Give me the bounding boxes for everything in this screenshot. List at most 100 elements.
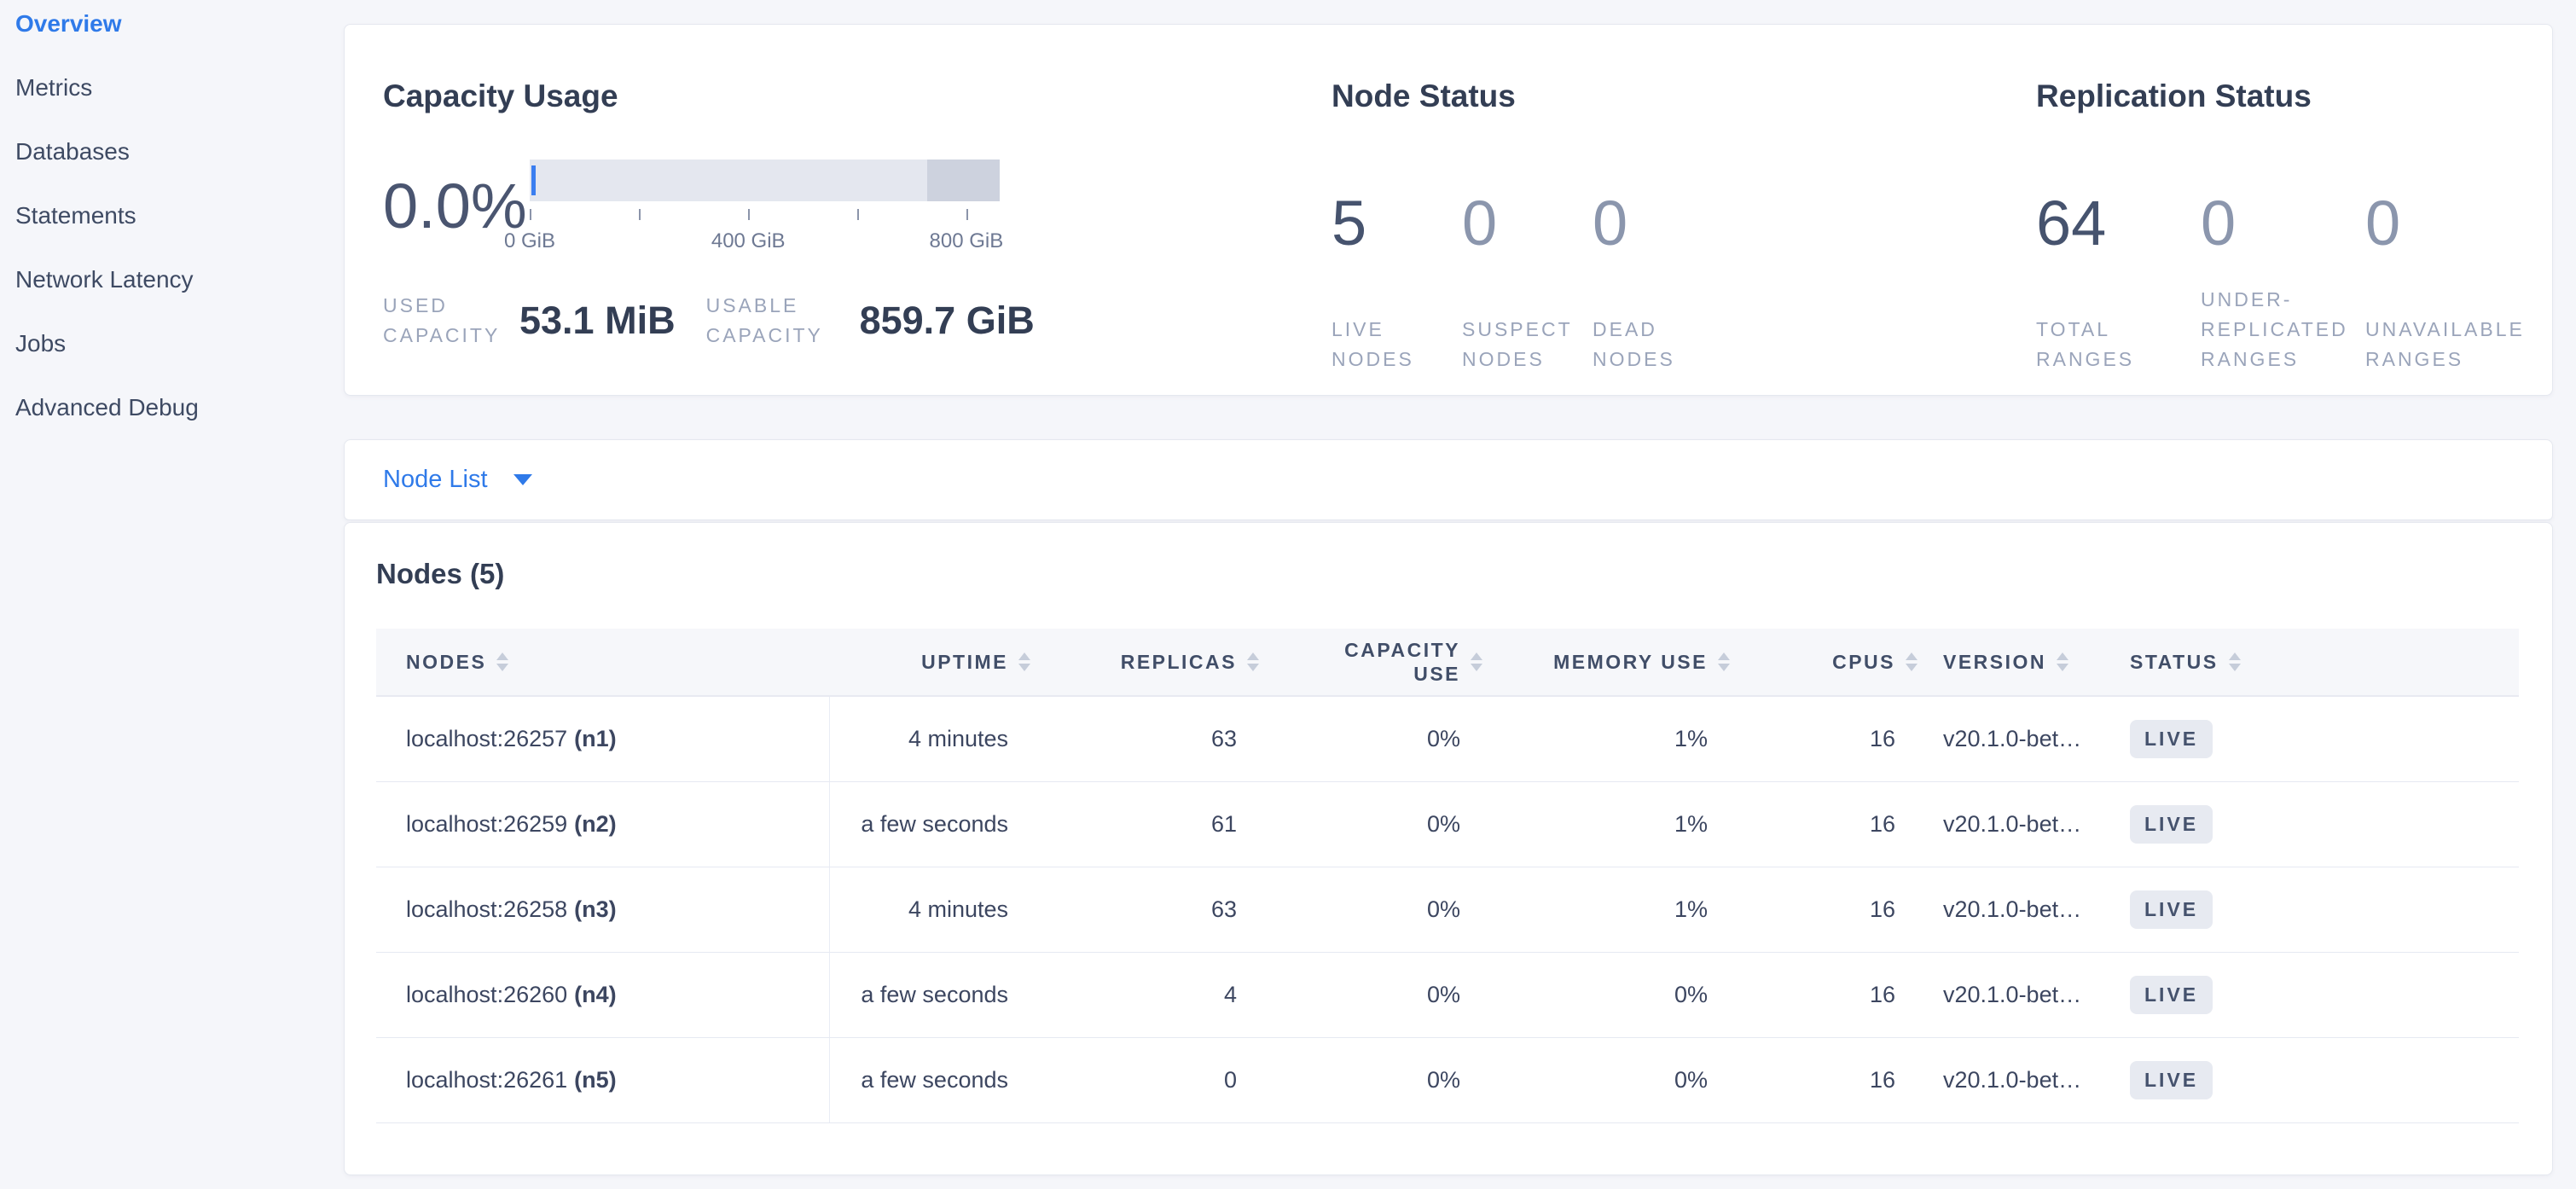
gauge-tick bbox=[966, 209, 968, 220]
replicas-cell: 4 bbox=[1039, 953, 1268, 1037]
column-header-version[interactable]: VERSION bbox=[1926, 629, 2126, 695]
column-header-replicas[interactable]: REPLICAS bbox=[1039, 629, 1268, 695]
dead-nodes-label: DEAD NODES bbox=[1593, 315, 1723, 374]
node-id: (n1) bbox=[574, 726, 617, 752]
capacity-usage-panel: Capacity Usage 0.0% bbox=[345, 25, 1332, 395]
axis-label-400gib: 400 GiB bbox=[711, 229, 786, 253]
sidebar: Overview Metrics Databases Statements Ne… bbox=[0, 0, 344, 1189]
node-id: (n5) bbox=[574, 1067, 617, 1093]
node-address-cell[interactable]: localhost:26260 (n4) bbox=[376, 953, 830, 1037]
capacity-percent: 0.0% bbox=[383, 175, 530, 238]
cpus-cell: 16 bbox=[1738, 697, 1926, 781]
nodes-table-header: NODES UPTIME REPLICAS CAPACITY USE bbox=[376, 629, 2519, 697]
status-cell: LIVE bbox=[2126, 697, 2519, 781]
sidebar-item-jobs[interactable]: Jobs bbox=[15, 311, 344, 375]
column-header-label: CPUS bbox=[1832, 651, 1895, 674]
node-id: (n2) bbox=[574, 811, 617, 838]
column-header-label: STATUS bbox=[2130, 651, 2219, 674]
node-address-cell[interactable]: localhost:26258 (n3) bbox=[376, 867, 830, 952]
sort-icon[interactable] bbox=[2229, 652, 2241, 671]
capacity-use-cell: 0% bbox=[1268, 697, 1491, 781]
node-address: localhost:26258 bbox=[406, 896, 567, 923]
axis-label-0gib: 0 GiB bbox=[504, 229, 555, 253]
replicas-cell: 63 bbox=[1039, 697, 1268, 781]
dead-nodes-value: 0 bbox=[1593, 192, 1723, 255]
cpus-cell: 16 bbox=[1738, 1038, 1926, 1122]
used-capacity-value: 53.1 MiB bbox=[519, 299, 676, 343]
status-cell: LIVE bbox=[2126, 782, 2519, 867]
gauge-tick bbox=[857, 209, 859, 220]
sort-icon[interactable] bbox=[496, 652, 508, 671]
memory-use-cell: 0% bbox=[1491, 953, 1738, 1037]
node-address: localhost:26259 bbox=[406, 811, 567, 838]
total-ranges-value: 64 bbox=[2036, 192, 2201, 255]
status-badge: LIVE bbox=[2130, 890, 2213, 929]
column-header-memory-use[interactable]: MEMORY USE bbox=[1491, 629, 1738, 695]
table-row[interactable]: localhost:26258 (n3) 4 minutes 63 0% 1% … bbox=[376, 867, 2519, 953]
capacity-gauge-bar-dark-segment bbox=[927, 160, 1000, 201]
live-nodes-label: LIVE NODES bbox=[1332, 315, 1462, 374]
status-badge: LIVE bbox=[2130, 976, 2213, 1014]
column-header-status[interactable]: STATUS bbox=[2126, 629, 2519, 695]
column-header-label: CAPACITY USE bbox=[1332, 638, 1460, 686]
column-header-label: VERSION bbox=[1943, 651, 2046, 674]
sidebar-item-overview[interactable]: Overview bbox=[15, 0, 344, 55]
sidebar-item-databases[interactable]: Databases bbox=[15, 119, 344, 183]
gauge-tick bbox=[748, 209, 750, 220]
status-cell: LIVE bbox=[2126, 1038, 2519, 1122]
sort-icon[interactable] bbox=[1718, 652, 1730, 671]
column-header-capacity-use[interactable]: CAPACITY USE bbox=[1268, 629, 1491, 695]
status-cell: LIVE bbox=[2126, 867, 2519, 952]
sidebar-item-metrics[interactable]: Metrics bbox=[15, 55, 344, 119]
table-row[interactable]: localhost:26257 (n1) 4 minutes 63 0% 1% … bbox=[376, 697, 2519, 782]
column-header-label: NODES bbox=[406, 651, 486, 674]
suspect-nodes-value: 0 bbox=[1462, 192, 1593, 255]
usable-capacity-value: 859.7 GiB bbox=[860, 299, 1035, 343]
column-header-label: UPTIME bbox=[921, 651, 1008, 674]
column-header-cpus[interactable]: CPUS bbox=[1738, 629, 1926, 695]
sidebar-item-statements[interactable]: Statements bbox=[15, 183, 344, 247]
capacity-use-cell: 0% bbox=[1268, 867, 1491, 952]
sidebar-item-advanced-debug[interactable]: Advanced Debug bbox=[15, 375, 344, 439]
node-address-cell[interactable]: localhost:26261 (n5) bbox=[376, 1038, 830, 1122]
nodes-table: NODES UPTIME REPLICAS CAPACITY USE bbox=[376, 629, 2519, 1123]
sort-icon[interactable] bbox=[2057, 652, 2068, 671]
under-replicated-ranges-value: 0 bbox=[2201, 192, 2365, 255]
status-badge: LIVE bbox=[2130, 1061, 2213, 1099]
uptime-cell: a few seconds bbox=[830, 782, 1039, 867]
replicas-cell: 63 bbox=[1039, 867, 1268, 952]
unavailable-ranges-label: UNAVAILABLE RANGES bbox=[2365, 315, 2530, 374]
node-address-cell[interactable]: localhost:26257 (n1) bbox=[376, 697, 830, 781]
column-header-uptime[interactable]: UPTIME bbox=[830, 629, 1039, 695]
table-row[interactable]: localhost:26259 (n2) a few seconds 61 0%… bbox=[376, 782, 2519, 867]
capacity-gauge-axis: 0 GiB 400 GiB 800 GiB bbox=[530, 229, 1000, 253]
table-row[interactable]: localhost:26260 (n4) a few seconds 4 0% … bbox=[376, 953, 2519, 1038]
node-address-cell[interactable]: localhost:26259 (n2) bbox=[376, 782, 830, 867]
node-status-title: Node Status bbox=[1332, 78, 2026, 115]
sidebar-item-network-latency[interactable]: Network Latency bbox=[15, 247, 344, 311]
capacity-gauge: 0 GiB 400 GiB 800 GiB bbox=[530, 160, 1000, 253]
node-id: (n3) bbox=[574, 896, 617, 923]
memory-use-cell: 1% bbox=[1491, 697, 1738, 781]
node-status-labels: LIVE NODES SUSPECT NODES DEAD NODES bbox=[1332, 255, 2026, 374]
status-badge: LIVE bbox=[2130, 720, 2213, 758]
suspect-nodes-label: SUSPECT NODES bbox=[1462, 315, 1593, 374]
cpus-cell: 16 bbox=[1738, 953, 1926, 1037]
node-list-dropdown[interactable]: Node List bbox=[383, 466, 532, 494]
gauge-tick bbox=[639, 209, 641, 220]
under-replicated-ranges-label: UNDER-REPLICATED RANGES bbox=[2201, 285, 2365, 374]
sort-icon[interactable] bbox=[1247, 652, 1259, 671]
nodes-table-card: Nodes (5) NODES UPTIME REPLICAS bbox=[344, 522, 2553, 1175]
sort-icon[interactable] bbox=[1471, 652, 1482, 671]
live-nodes-value: 5 bbox=[1332, 192, 1462, 255]
version-cell: v20.1.0-bet… bbox=[1926, 867, 2126, 952]
sort-icon[interactable] bbox=[1906, 652, 1917, 671]
column-header-nodes[interactable]: NODES bbox=[376, 629, 830, 695]
table-row[interactable]: localhost:26261 (n5) a few seconds 0 0% … bbox=[376, 1038, 2519, 1123]
sort-icon[interactable] bbox=[1018, 652, 1030, 671]
replication-status-panel: Replication Status 64 0 0 TOTAL RANGES U… bbox=[2026, 25, 2552, 395]
replication-labels: TOTAL RANGES UNDER-REPLICATED RANGES UNA… bbox=[2036, 255, 2552, 374]
capacity-use-cell: 0% bbox=[1268, 953, 1491, 1037]
replicas-cell: 61 bbox=[1039, 782, 1268, 867]
replicas-cell: 0 bbox=[1039, 1038, 1268, 1122]
